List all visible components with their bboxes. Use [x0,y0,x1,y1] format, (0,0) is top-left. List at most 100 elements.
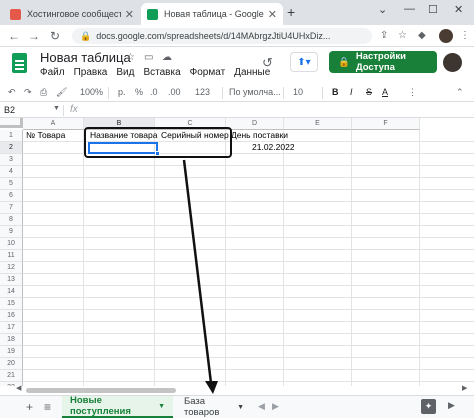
close-icon[interactable]: ✕ [125,8,134,21]
text-color-icon[interactable]: A [382,87,388,97]
row-header-2[interactable]: 2 [0,142,23,154]
scroll-tabs-left-icon[interactable]: ◀ [258,401,265,412]
column-header-d[interactable]: D [226,118,284,130]
share-button[interactable]: 🔒 Настройки Доступа [329,51,437,73]
row-header-7[interactable]: 7 [0,202,23,214]
browser-tab-sheets[interactable]: Новая таблица - Google Табли ✕ [141,3,283,25]
paint-format-icon[interactable]: 🖌 [56,87,67,98]
row-header-5[interactable]: 5 [0,178,23,190]
toolbar-divider [108,87,109,99]
increase-decimal-button[interactable]: .00 [168,87,181,97]
new-tab-button[interactable]: + [287,4,295,20]
more-options-icon[interactable]: ⋮ [408,87,417,98]
bold-icon[interactable]: B [332,87,339,97]
row-header-20[interactable]: 20 [0,358,23,370]
browser-menu-icon[interactable]: ⋮ [460,30,470,41]
explore-button[interactable]: ✦ [421,399,436,414]
redo-icon[interactable]: ↷ [24,87,32,98]
present-icon: ⬆▾ [297,56,311,68]
url-field[interactable]: 🔒 docs.google.com/spreadsheets/d/14MAbrg… [72,28,372,44]
chevron-down-icon[interactable]: ▼ [158,403,165,410]
row-header-16[interactable]: 16 [0,310,23,322]
row-header-11[interactable]: 11 [0,250,23,262]
row-header-9[interactable]: 9 [0,226,23,238]
move-folder-icon[interactable]: ▭ [144,52,153,63]
tab-search-icon[interactable]: ⌄ [378,3,387,16]
browser-tab-timeweb[interactable]: Хостинговое сообщество «Time ✕ [4,3,140,25]
row-header-6[interactable]: 6 [0,190,23,202]
lock-icon: 🔒 [80,30,92,41]
row-header-14[interactable]: 14 [0,286,23,298]
back-icon[interactable]: ← [8,29,20,43]
row-gridline [23,369,474,370]
row-header-3[interactable]: 3 [0,154,23,166]
decrease-decimal-button[interactable]: .0 [150,87,158,97]
undo-icon[interactable]: ↶ [8,87,16,98]
column-header-e[interactable]: E [284,118,352,130]
forward-icon[interactable]: → [28,29,40,43]
column-header-f[interactable]: F [352,118,420,130]
side-panel-arrow-icon[interactable]: ▶ [448,400,455,411]
horizontal-scrollbar[interactable] [26,388,176,393]
sheet-tab-products-base[interactable]: База товаров ▼ [176,396,252,418]
italic-icon[interactable]: I [350,87,353,97]
font-select[interactable]: По умолча... [229,87,281,97]
cell-d1[interactable]: День поставки [229,130,288,141]
row-header-8[interactable]: 8 [0,214,23,226]
maximize-icon[interactable]: ☐ [428,3,438,16]
star-icon[interactable]: ☆ [126,52,135,63]
sheets-logo-icon[interactable] [12,53,27,73]
number-format-select[interactable]: 123 [195,87,210,97]
menu-edit[interactable]: Правка [74,67,108,78]
scroll-left-icon[interactable]: ◀ [16,384,21,392]
menu-view[interactable]: Вид [116,67,134,78]
row-header-17[interactable]: 17 [0,322,23,334]
column-header-a[interactable]: A [23,118,84,130]
all-sheets-button[interactable]: ≡ [44,400,51,414]
bookmark-star-icon[interactable]: ☆ [398,30,407,41]
add-sheet-button[interactable]: + [26,400,33,414]
minimize-icon[interactable]: — [404,3,415,15]
spreadsheet-grid[interactable]: ABCDEF 1 2 3 4 5 6 7 8 9 10 11 12 13 14 15 16 17 18 19 20 21… [0,118,474,386]
cell-d2[interactable]: 21.02.2022 [250,142,295,153]
currency-button[interactable]: р. [118,87,126,97]
zoom-select[interactable]: 100% [80,87,103,97]
print-icon[interactable]: ⎙ [40,87,47,98]
row-header-21[interactable]: 21 [0,370,23,382]
window-close-icon[interactable]: ✕ [454,3,463,16]
row-header-12[interactable]: 12 [0,262,23,274]
sheet-tab-label: Новые поступления [70,395,131,417]
font-size-select[interactable]: 10 [293,87,303,97]
history-icon[interactable]: ↺ [262,55,273,71]
menu-file[interactable]: Файл [40,67,65,78]
cell-a1[interactable]: № Товара [24,130,65,141]
row-header-1[interactable]: 1 [0,130,23,142]
strikethrough-icon[interactable]: S [366,87,372,97]
sheet-tab-new-arrivals[interactable]: Новые поступления ▼ [62,395,173,418]
close-icon[interactable]: ✕ [268,8,277,21]
menu-insert[interactable]: Вставка [143,67,180,78]
name-box[interactable]: B2 [4,105,15,115]
row-header-4[interactable]: 4 [0,166,23,178]
chevron-down-icon[interactable]: ▼ [237,404,244,411]
share-page-icon[interactable]: ⇪ [380,30,388,41]
select-all-corner[interactable] [0,118,23,128]
document-title[interactable]: Новая таблица [40,50,131,65]
row-header-10[interactable]: 10 [0,238,23,250]
chevron-down-icon[interactable]: ▼ [53,105,60,112]
reload-icon[interactable]: ↻ [50,29,60,43]
profile-avatar[interactable] [439,29,453,43]
row-header-15[interactable]: 15 [0,298,23,310]
row-gridline [23,165,474,166]
user-avatar[interactable] [443,53,462,72]
scroll-tabs-right-icon[interactable]: ▶ [272,401,279,412]
meet-button[interactable]: ⬆▾ [290,52,318,72]
row-header-13[interactable]: 13 [0,274,23,286]
percent-button[interactable]: % [135,87,143,97]
scroll-right-icon[interactable]: ▶ [462,384,467,392]
extensions-icon[interactable]: ◆ [418,30,426,41]
menu-format[interactable]: Формат [190,67,226,78]
collapse-toolbar-icon[interactable]: ⌃ [456,87,464,98]
row-header-19[interactable]: 19 [0,346,23,358]
row-header-18[interactable]: 18 [0,334,23,346]
